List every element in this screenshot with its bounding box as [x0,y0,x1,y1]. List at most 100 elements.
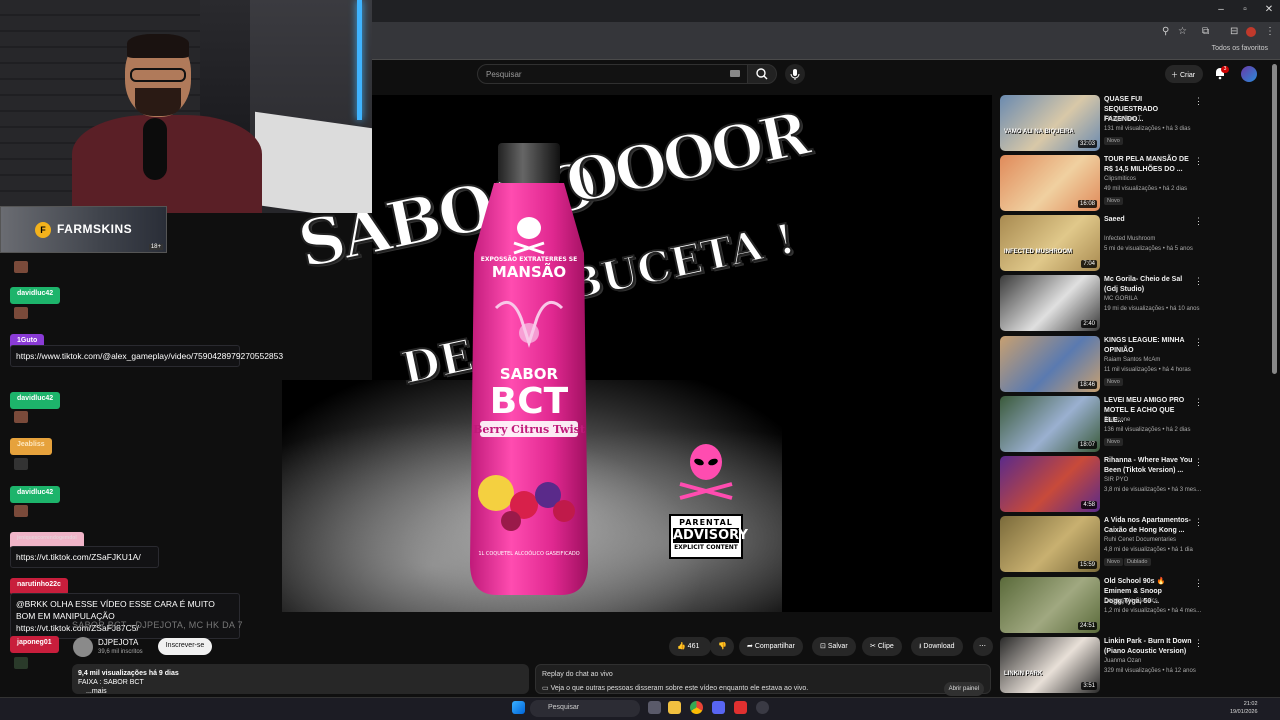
open-panel-button[interactable]: Abrir painel [943,682,984,696]
recommendation-title[interactable]: TOUR PELA MANSÃO DE R$ 14,5 MILHÕES DO .… [1104,155,1194,175]
thumbs-up-icon: 👍 [677,643,688,650]
recommendation-item[interactable]: 24:51 Old School 90s 🔥 Eminem & Snoop Dog… [1000,577,1268,635]
dubbed-badge: Dublado [1124,558,1151,566]
channel-name[interactable]: DJPEJOTA [98,638,138,647]
keyboard-icon[interactable] [730,70,740,77]
share-button[interactable]: ➦ Compartilhar [739,637,803,656]
more-options-icon[interactable]: ⋮ [1194,216,1203,227]
video-thumbnail[interactable]: 2:40 [1000,275,1100,331]
extensions-icon[interactable]: ⧉ [1202,26,1209,37]
clip-button[interactable]: ✂ Clipe [862,637,902,656]
subscribe-button[interactable]: Inscrever-se [158,638,212,655]
chat-username: davidluc42 [10,287,61,304]
recommendation-item[interactable]: LINKIN PARK 3:51 Linkin Park - Burn It Dow… [1000,637,1268,695]
recommendation-channel[interactable]: Ruhi Cenet Documentaries [1104,537,1176,543]
recommendation-item[interactable]: 2:40 Mc Gorila- Cheio de Sal (Gdj Studio)… [1000,275,1268,333]
more-options-icon[interactable]: ⋮ [1194,337,1203,348]
video-thumbnail[interactable]: INFECTED MUSHROOM 7:04 [1000,215,1100,271]
description-more[interactable]: ...mais [86,687,523,696]
recommendation-item[interactable]: 18:46 KINGS LEAGUE: MINHA OPINIÃO Raiam Sa… [1000,336,1268,394]
recommendation-item[interactable]: 16:08 TOUR PELA MANSÃO DE R$ 14,5 MILHÕES… [1000,155,1268,213]
new-badge: Novo [1104,378,1123,386]
recommendation-channel[interactable]: Bistecone [1104,417,1130,423]
recommendation-channel[interactable]: Juanma Ozan [1104,658,1141,664]
star-icon[interactable]: ☆ [1178,26,1187,37]
recommendation-channel[interactable]: SIR PYO [1104,477,1128,483]
minimize-icon[interactable]: – [1212,4,1230,15]
more-options-icon[interactable]: ⋮ [1194,457,1203,468]
more-options-icon[interactable]: ⋮ [1194,397,1203,408]
save-button[interactable]: ⊡ Salvar [812,637,856,656]
voice-search-button[interactable] [785,64,805,84]
tabs-icon[interactable]: ⊟ [1230,26,1238,37]
more-options-icon[interactable]: ⋮ [1194,96,1203,107]
recommendation-channel[interactable]: MC GORILA [1104,296,1138,302]
thumbs-down-icon: 👎 [718,643,727,650]
channel-avatar[interactable] [73,637,93,657]
more-options-icon[interactable]: ⋮ [1194,578,1203,589]
discord-icon[interactable] [712,701,725,714]
bottle-graphic: EXPOSSÃO EXTRATERRES SE MANSÃO SABOR BCT… [470,143,588,595]
task-view-icon[interactable] [648,701,661,714]
search-input[interactable]: Pesquisar [477,64,749,84]
maximize-icon[interactable]: ▫ [1236,4,1254,15]
zoom-icon[interactable]: ⚲ [1162,26,1169,37]
taskbar-search[interactable]: Pesquisar [530,700,640,717]
recommendation-channel[interactable]: Raiam Santos McAm [1104,357,1160,363]
thumbnail-caption: LINKIN PARK [1004,671,1043,677]
bottle-note: 1L COQUETEL ALCOÓLICO GASEIFICADO [478,550,579,557]
description-box[interactable]: 9,4 mil visualizações há 9 dias FAIXA : … [72,664,529,696]
recommendation-channel[interactable]: Thiago Sem T [1104,116,1142,122]
video-thumbnail[interactable]: 4:58 [1000,456,1100,512]
video-thumbnail[interactable]: 16:08 [1000,155,1100,211]
create-button[interactable]: ＋ Criar [1165,65,1203,83]
file-explorer-icon[interactable] [668,701,681,714]
recommendation-title[interactable]: KINGS LEAGUE: MINHA OPINIÃO [1104,336,1194,356]
download-button[interactable]: ⭳ Download [911,637,963,656]
recommendation-title[interactable]: Rihanna - Where Have You Been (Tiktok Ve… [1104,456,1194,476]
video-thumbnail[interactable]: LINKIN PARK 3:51 [1000,637,1100,693]
recommendation-item[interactable]: INFECTED MUSHROOM 7:04 Saeed Infected Mushr… [1000,215,1268,273]
more-options-icon[interactable]: ⋮ [1194,638,1203,649]
more-options-icon[interactable]: ⋮ [1194,276,1203,287]
chat-icon: ▭ [542,685,551,692]
streamer-beard [135,88,181,116]
recommendation-item[interactable]: 18:07 LEVEI MEU AMIGO PRO MOTEL E ACHO QU… [1000,396,1268,454]
like-button[interactable]: 👍 461 [669,637,711,656]
more-options-icon[interactable]: ⋮ [1194,517,1203,528]
chrome-icon[interactable] [690,701,703,714]
search-button[interactable] [747,64,777,84]
recommendation-channel[interactable]: Clipsmiticos [1104,176,1136,182]
video-thumbnail[interactable]: 18:46 [1000,336,1100,392]
video-thumbnail[interactable]: 18:07 [1000,396,1100,452]
all-bookmarks[interactable]: Todos os favoritos [1212,45,1268,52]
profile-icon[interactable] [1246,27,1256,37]
obs-icon[interactable] [756,701,769,714]
close-icon[interactable]: ✕ [1260,4,1278,15]
more-options-icon[interactable]: ⋮ [1194,156,1203,167]
app-icon[interactable] [734,701,747,714]
recommendation-title[interactable]: Mc Gorila- Cheio de Sal (Gdj Studio) [1104,275,1194,295]
recommendation-title[interactable]: A Vida nos Apartamentos-Caixão de Hong K… [1104,516,1194,536]
dislike-button[interactable]: 👎 [710,637,734,656]
windows-start-icon[interactable] [512,701,525,714]
menu-icon[interactable]: ⋮ [1265,26,1275,37]
recommendation-item[interactable]: VAMO ALI NA BIQUEIRA 32:03 QUASE FUI SEQUE… [1000,95,1268,153]
scrollbar[interactable] [1272,64,1277,374]
recommendation-channel[interactable]: Doggystyle Classics [1104,598,1158,604]
video-thumbnail[interactable]: VAMO ALI NA BIQUEIRA 32:03 [1000,95,1100,151]
sponsor-name: FARMSKINS [57,222,133,236]
webcam-desk [255,111,372,213]
sponsor-banner: F FARMSKINS 18+ [0,206,167,253]
recommendation-stats: 136 mil visualizações • há 2 dias [1104,427,1191,433]
recommendation-item[interactable]: 15:59 A Vida nos Apartamentos-Caixão de H… [1000,516,1268,574]
recommendation-item[interactable]: 4:58 Rihanna - Where Have You Been (Tikto… [1000,456,1268,514]
more-actions-button[interactable]: ⋯ [973,637,993,656]
recommendation-title[interactable]: Linkin Park - Burn It Down (Piano Acoust… [1104,637,1194,657]
video-thumbnail[interactable]: 24:51 [1000,577,1100,633]
share-label: Compartilhar [754,643,795,650]
account-avatar[interactable] [1241,66,1257,82]
recommendation-channel[interactable]: Infected Mushroom [1104,236,1155,242]
video-thumbnail[interactable]: 15:59 [1000,516,1100,572]
recommendation-title[interactable]: Saeed [1104,215,1194,225]
